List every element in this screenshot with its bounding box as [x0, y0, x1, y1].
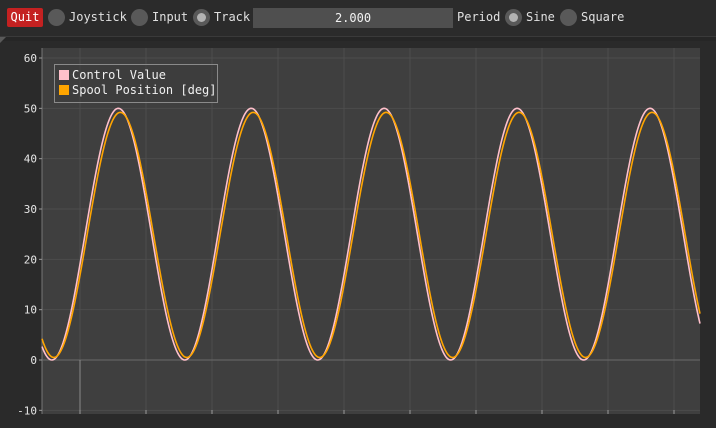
legend-swatch-spool — [59, 85, 69, 95]
y-tick-label: 20 — [24, 253, 37, 266]
chart-legend: Control Value Spool Position [deg] — [54, 64, 218, 103]
y-tick-label: 60 — [24, 52, 37, 65]
y-tick-label: 40 — [24, 153, 37, 166]
legend-label-control: Control Value — [72, 68, 166, 82]
y-tick-label: 30 — [24, 203, 37, 216]
y-tick-label: 50 — [24, 102, 37, 115]
y-tick-label: 0 — [30, 354, 37, 367]
legend-label-spool: Spool Position [deg] — [72, 83, 217, 97]
y-tick-label: 10 — [24, 304, 37, 317]
y-tick-label: -10 — [17, 404, 37, 417]
legend-swatch-control — [59, 70, 69, 80]
